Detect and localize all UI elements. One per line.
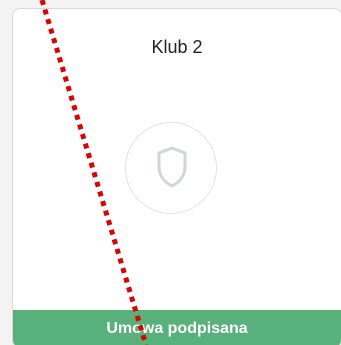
club-logo-placeholder	[125, 122, 217, 214]
screenshot-stage: Klub 2 Umowa podpisana	[0, 0, 341, 345]
contract-status-bar: Umowa podpisana	[13, 310, 341, 345]
club-name: Klub 2	[151, 37, 203, 57]
club-card[interactable]: Klub 2 Umowa podpisana	[12, 8, 341, 345]
shield-icon	[157, 146, 187, 188]
